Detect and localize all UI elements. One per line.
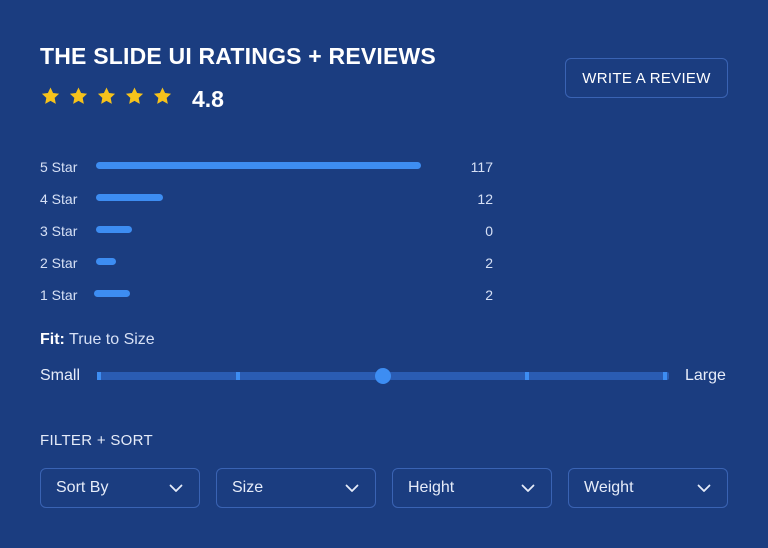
chevron-down-icon xyxy=(345,484,359,493)
write-review-button[interactable]: WRITE A REVIEW xyxy=(565,58,728,98)
chevron-down-icon xyxy=(521,484,535,493)
rating-row-3[interactable]: 3 Star 0 xyxy=(40,221,500,241)
star-rating xyxy=(40,86,180,106)
star-icon xyxy=(124,86,145,106)
rating-count: 12 xyxy=(477,191,493,207)
fit-slider-tick xyxy=(97,372,101,380)
rating-count: 2 xyxy=(485,255,493,271)
fit-slider-tick xyxy=(236,372,240,380)
fit-slider-thumb[interactable] xyxy=(375,368,391,384)
fit-summary: Fit: True to Size xyxy=(40,331,155,349)
fit-slider[interactable] xyxy=(97,368,669,384)
size-dropdown[interactable]: Size xyxy=(216,468,376,508)
rating-count: 117 xyxy=(470,159,493,175)
fit-max-label: Large xyxy=(685,367,726,384)
fit-min-label: Small xyxy=(40,367,81,384)
star-icon xyxy=(152,86,173,106)
rating-label: 3 Star xyxy=(40,223,78,239)
rating-row-4[interactable]: 4 Star 12 xyxy=(40,189,500,209)
weight-dropdown[interactable]: Weight xyxy=(568,468,728,508)
rating-label: 2 Star xyxy=(40,255,78,271)
star-icon xyxy=(96,86,117,106)
star-icon xyxy=(40,86,61,106)
rating-bar xyxy=(96,258,116,265)
star-icon xyxy=(68,86,89,106)
rating-bar xyxy=(96,162,421,169)
rating-label: 5 Star xyxy=(40,159,78,175)
page-title: THE SLIDE UI RATINGS + REVIEWS xyxy=(40,43,436,69)
fit-slider-tick xyxy=(525,372,529,380)
rating-count: 0 xyxy=(485,223,493,239)
rating-row-2[interactable]: 2 Star 2 xyxy=(40,253,500,273)
dropdown-label: Sort By xyxy=(56,479,109,496)
chevron-down-icon xyxy=(169,484,183,493)
rating-bar xyxy=(96,194,163,201)
dropdown-label: Size xyxy=(232,479,264,496)
dropdown-label: Height xyxy=(408,479,455,496)
rating-label: 1 Star xyxy=(40,287,78,303)
rating-label: 4 Star xyxy=(40,191,78,207)
fit-label: Fit: xyxy=(40,331,65,348)
fit-value: True to Size xyxy=(69,331,155,348)
dropdown-label: Weight xyxy=(584,479,634,496)
rating-count: 2 xyxy=(485,287,493,303)
height-dropdown[interactable]: Height xyxy=(392,468,552,508)
rating-row-5[interactable]: 5 Star 117 xyxy=(40,157,500,177)
rating-row-1[interactable]: 1 Star 2 xyxy=(40,285,500,305)
chevron-down-icon xyxy=(697,484,711,493)
rating-bar xyxy=(96,226,132,233)
filter-sort-title: FILTER + SORT xyxy=(40,432,153,449)
sort-by-dropdown[interactable]: Sort By xyxy=(40,468,200,508)
fit-slider-tick xyxy=(663,372,667,380)
rating-bar xyxy=(94,290,130,297)
average-rating: 4.8 xyxy=(192,86,224,112)
